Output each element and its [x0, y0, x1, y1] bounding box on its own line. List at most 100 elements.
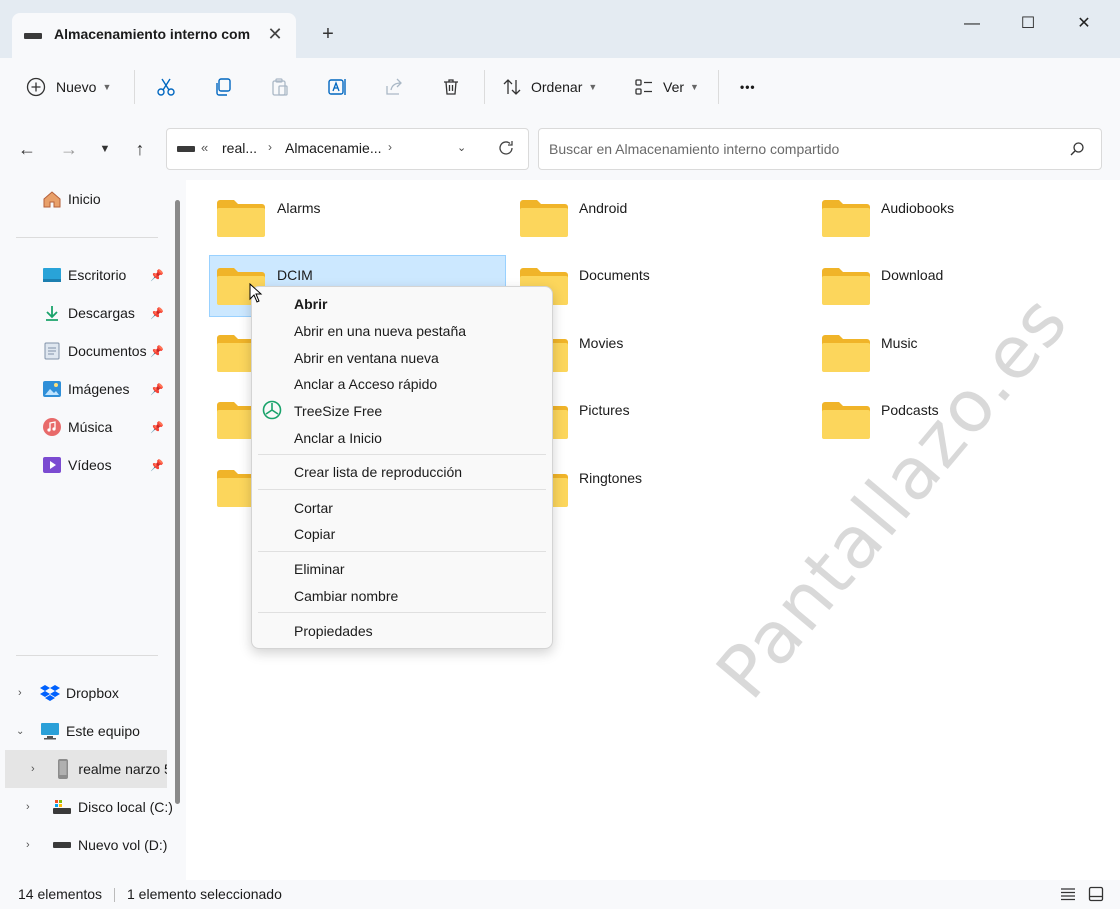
folder-icon[interactable]: [820, 399, 872, 439]
folder-name[interactable]: Ringtones: [579, 470, 642, 486]
pin-icon[interactable]: 📌: [150, 421, 164, 434]
menu-item-delete[interactable]: Eliminar: [294, 561, 345, 577]
details-view-icon[interactable]: [1060, 887, 1076, 901]
search-icon[interactable]: [1069, 141, 1085, 157]
new-button[interactable]: Nuevo ▼: [26, 72, 111, 102]
expand-chevron-icon[interactable]: ›: [18, 687, 22, 699]
tab-close-button[interactable]: ✕: [264, 23, 286, 45]
paste-button[interactable]: [270, 72, 290, 102]
new-tab-button[interactable]: +: [316, 22, 340, 46]
drive-icon: [177, 146, 195, 152]
menu-item-create-playlist[interactable]: Crear lista de reproducción: [294, 464, 462, 480]
video-icon: [42, 455, 62, 475]
document-icon: [42, 341, 62, 361]
sidebar-item-music[interactable]: Música 📌: [42, 408, 210, 446]
cut-button[interactable]: [156, 72, 176, 102]
menu-item-open-new-window[interactable]: Abrir en ventana nueva: [294, 350, 439, 366]
expand-chevron-icon[interactable]: ›: [31, 763, 35, 775]
chevron-down-icon: ▼: [588, 82, 598, 92]
trash-icon: [444, 79, 458, 95]
folder-icon[interactable]: [820, 265, 872, 305]
folder-name[interactable]: Documents: [579, 267, 650, 283]
pin-icon[interactable]: 📌: [150, 345, 164, 358]
pin-icon[interactable]: 📌: [150, 459, 164, 472]
menu-item-open[interactable]: Abrir: [294, 296, 327, 312]
view-button-label: Ver: [663, 79, 685, 95]
copy-button[interactable]: [213, 72, 233, 102]
sidebar-item-this-pc[interactable]: ⌄ Este equipo: [16, 712, 184, 750]
status-bar: 14 elementos 1 elemento seleccionado: [0, 880, 1120, 909]
share-button[interactable]: [384, 72, 404, 102]
collapse-chevron-icon[interactable]: ⌄: [16, 726, 24, 737]
sidebar-item-pictures[interactable]: Imágenes 📌: [42, 370, 210, 408]
folder-name[interactable]: Alarms: [277, 200, 321, 216]
expand-chevron-icon[interactable]: ›: [26, 801, 30, 813]
folder-name[interactable]: Music: [881, 335, 918, 351]
sidebar-item-desktop[interactable]: Escritorio 📌: [42, 256, 210, 294]
folder-name[interactable]: Download: [881, 267, 943, 283]
expand-chevron-icon[interactable]: ›: [26, 839, 30, 851]
menu-item-rename[interactable]: Cambiar nombre: [294, 588, 398, 604]
menu-item-treesize[interactable]: TreeSize Free: [294, 403, 382, 419]
sidebar-item-volume-d[interactable]: › Nuevo vol (D:): [26, 826, 194, 864]
folder-icon[interactable]: [215, 197, 267, 237]
forward-arrow-icon[interactable]: →: [56, 136, 82, 162]
refresh-icon[interactable]: [497, 139, 515, 157]
address-dropdown-icon[interactable]: ⌄: [457, 141, 466, 154]
up-arrow-icon[interactable]: ↑: [127, 136, 153, 162]
folder-name[interactable]: DCIM: [277, 267, 313, 283]
sidebar-item-local-disk-c[interactable]: › Disco local (C:): [26, 788, 194, 826]
menu-item-pin-start[interactable]: Anclar a Inicio: [294, 430, 382, 446]
rename-button[interactable]: [327, 72, 347, 102]
sidebar-scrollbar[interactable]: [175, 200, 180, 804]
folder-icon[interactable]: [518, 197, 570, 237]
pin-icon[interactable]: 📌: [150, 383, 164, 396]
breadcrumb-item[interactable]: real...: [222, 140, 257, 156]
sidebar-item-dropbox[interactable]: › Dropbox: [16, 674, 184, 712]
sidebar-item-documents[interactable]: Documentos 📌: [42, 332, 210, 370]
desktop-icon: [42, 265, 62, 285]
folder-icon[interactable]: [820, 332, 872, 372]
pin-icon[interactable]: 📌: [150, 269, 164, 282]
pin-icon[interactable]: 📌: [150, 307, 164, 320]
plus-circle-icon: [26, 77, 46, 97]
tiles-view-icon[interactable]: [1088, 886, 1104, 902]
sort-arrows-icon: [503, 79, 521, 95]
minimize-button[interactable]: —: [960, 12, 984, 36]
folder-name[interactable]: Movies: [579, 335, 623, 351]
drive-icon: [52, 835, 72, 855]
sort-button[interactable]: Ordenar ▼: [502, 72, 597, 102]
sidebar-item-realme-device[interactable]: › realme narzo 5: [5, 750, 167, 788]
sidebar-item-home[interactable]: Inicio: [42, 180, 210, 218]
folder-name[interactable]: Audiobooks: [881, 200, 954, 216]
music-icon: [42, 417, 62, 437]
folder-icon[interactable]: [820, 197, 872, 237]
tab-almacenamiento[interactable]: Almacenamiento interno com ✕: [12, 13, 296, 58]
sidebar-item-label: Nuevo vol (D:): [78, 837, 168, 853]
view-button[interactable]: Ver ▼: [634, 72, 699, 102]
folder-name[interactable]: Pictures: [579, 402, 630, 418]
menu-item-cut[interactable]: Cortar: [294, 500, 333, 516]
breadcrumb-item[interactable]: Almacenamie...: [285, 140, 381, 156]
menu-item-open-new-tab[interactable]: Abrir en una nueva pestaña: [294, 323, 466, 339]
close-button[interactable]: ✕: [1072, 12, 1096, 36]
menu-item-properties[interactable]: Propiedades: [294, 623, 373, 639]
sidebar-item-videos[interactable]: Vídeos 📌: [42, 446, 210, 484]
sidebar-divider: [16, 237, 158, 238]
maximize-button[interactable]: ☐: [1016, 12, 1040, 36]
status-separator: [114, 888, 115, 902]
back-arrow-icon[interactable]: ←: [14, 136, 40, 162]
more-options-button[interactable]: •••: [740, 72, 756, 102]
menu-item-pin-quick-access[interactable]: Anclar a Acceso rápido: [294, 376, 437, 392]
breadcrumb-chevron-icon[interactable]: ›: [388, 140, 392, 154]
recent-chevron-icon[interactable]: ▼: [92, 136, 118, 162]
search-input[interactable]: Buscar en Almacenamiento interno compart…: [538, 128, 1102, 170]
breadcrumb-overflow[interactable]: «: [201, 140, 208, 155]
delete-button[interactable]: [441, 72, 461, 102]
address-bar[interactable]: « real... › Almacenamie... › ⌄: [166, 128, 529, 170]
image-icon: [42, 379, 62, 399]
menu-item-copy[interactable]: Copiar: [294, 526, 335, 542]
folder-name[interactable]: Android: [579, 200, 627, 216]
breadcrumb-chevron-icon[interactable]: ›: [268, 140, 272, 154]
sidebar-item-downloads[interactable]: Descargas 📌: [42, 294, 210, 332]
